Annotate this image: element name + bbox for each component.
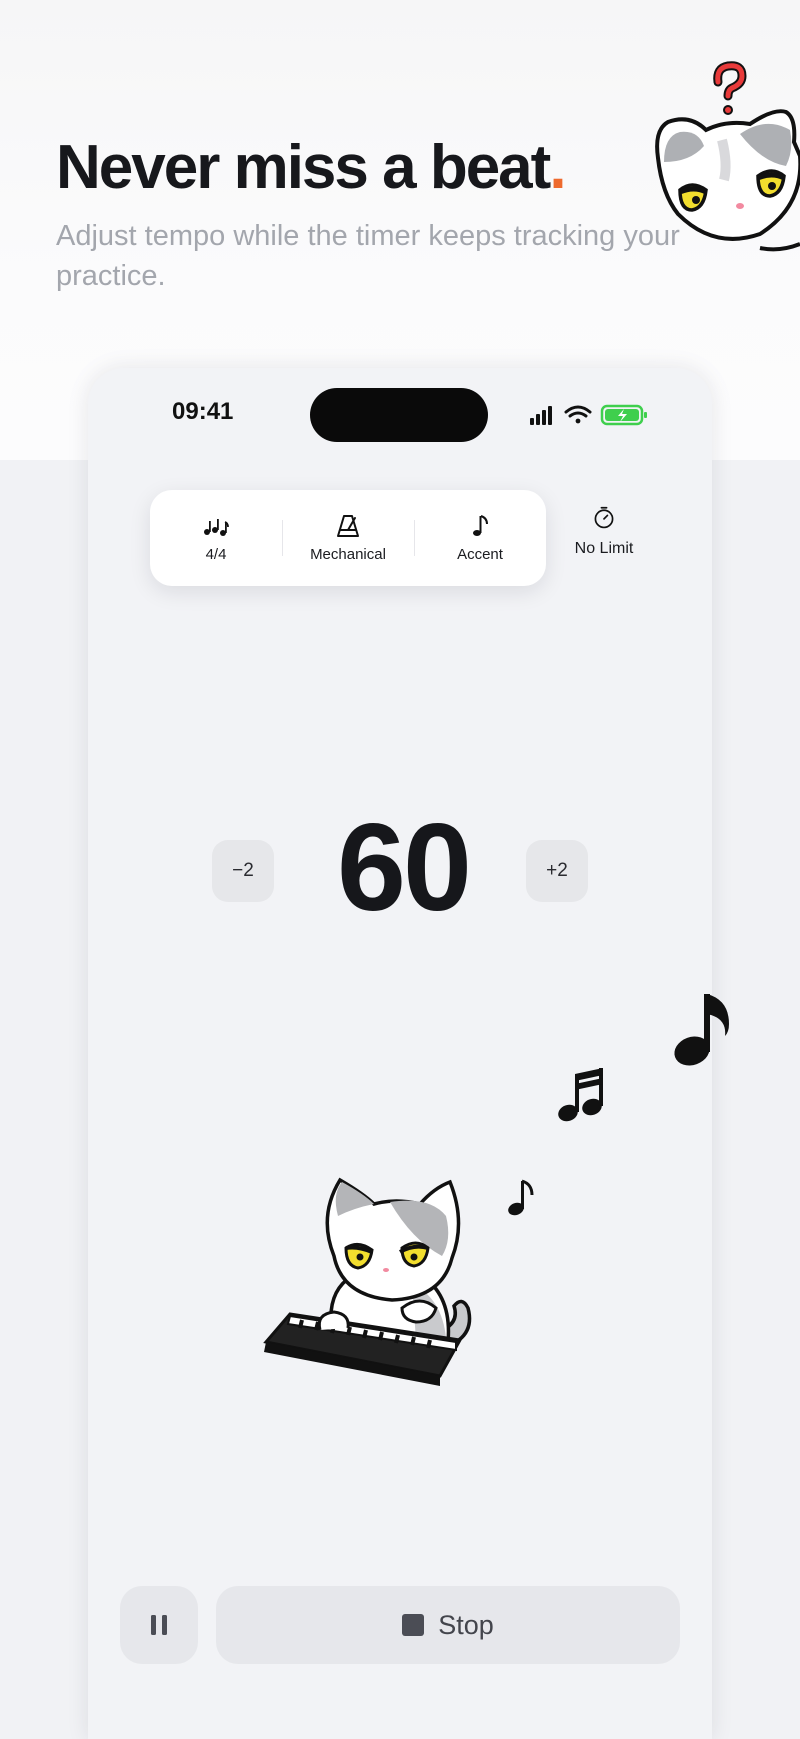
pause-button[interactable] [120,1586,198,1664]
stop-label: Stop [438,1609,494,1640]
peeking-cat-illustration [655,61,800,252]
headline-accent-dot: . [549,133,566,202]
tempo-bpm-display: 60 [337,799,472,937]
timer-limit-button[interactable]: No Limit [556,506,652,578]
headline-text: Never miss a beat [56,133,551,202]
accent-label: Accent [457,545,503,563]
timer-limit-label: No Limit [574,540,634,557]
timer-icon [594,506,614,529]
decrease-tempo-button[interactable]: −2 [212,840,274,902]
dynamic-island [310,388,488,442]
pause-icon [151,1615,167,1635]
phone-mockup: 09:41 4/4 Mechanical Accent No Limit −2 … [88,368,712,1739]
eighth-note-icon [473,514,488,536]
time-signature-button[interactable]: 4/4 [150,490,282,586]
settings-toolbar: 4/4 Mechanical Accent [150,490,546,586]
stop-icon [402,1614,425,1636]
status-time: 09:41 [172,398,234,425]
headline: Never miss a beat. [56,132,567,203]
metronome-icon [337,514,359,537]
time-signature-notes-icon [204,518,229,536]
accent-button[interactable]: Accent [414,490,546,586]
time-signature-label: 4/4 [205,545,227,563]
question-mark-icon [713,61,747,115]
battery-charging-icon [600,404,647,426]
signal-icon [530,406,552,425]
increase-tempo-button[interactable]: +2 [526,840,588,902]
stop-button[interactable]: Stop [216,1586,680,1664]
status-icons [530,404,647,426]
sound-button[interactable]: Mechanical [282,490,414,586]
cat-playing-keyboard-illustration [263,1177,472,1386]
sound-label: Mechanical [310,545,386,563]
wifi-icon [564,405,592,424]
subheadline: Adjust tempo while the timer keeps track… [56,220,680,292]
